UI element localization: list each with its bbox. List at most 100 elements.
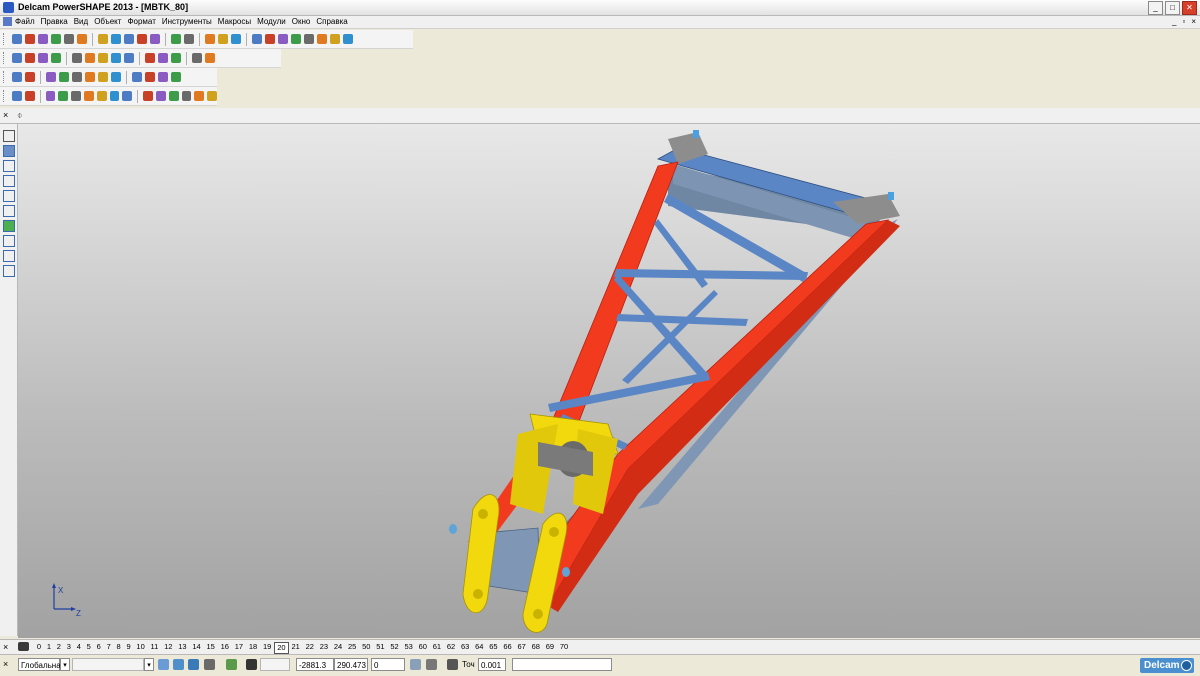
level-25[interactable]: 25 (345, 642, 359, 654)
block-icon[interactable] (71, 91, 81, 101)
undo-icon[interactable] (171, 34, 181, 44)
toolbar-grip[interactable] (3, 90, 7, 102)
level-19[interactable]: 19 (260, 642, 274, 654)
line-icon[interactable] (3, 160, 15, 172)
shaded-wire-icon[interactable] (171, 53, 181, 63)
level-23[interactable]: 23 (317, 642, 331, 654)
level-61[interactable]: 61 (430, 642, 444, 654)
minimize-button[interactable]: _ (1148, 1, 1163, 15)
level-22[interactable]: 22 (303, 642, 317, 654)
level-13[interactable]: 13 (175, 642, 189, 654)
solid-icon[interactable] (304, 34, 314, 44)
layer-icon[interactable] (3, 145, 15, 157)
close-icon[interactable]: × (3, 110, 8, 120)
maximize-button[interactable]: □ (1165, 1, 1180, 15)
redo-icon[interactable] (184, 34, 194, 44)
check-icon[interactable] (158, 72, 168, 82)
print-icon[interactable] (77, 34, 87, 44)
save-as-icon[interactable] (64, 34, 74, 44)
extrude-icon[interactable] (109, 91, 120, 101)
tolerance-icon[interactable] (447, 659, 458, 670)
help-icon[interactable] (1181, 660, 1192, 671)
paste-icon[interactable] (124, 34, 134, 44)
box-icon[interactable] (45, 91, 56, 101)
units-field[interactable] (72, 658, 144, 671)
level-63[interactable]: 63 (458, 642, 472, 654)
select-arrow-icon[interactable] (3, 130, 15, 142)
curve-icon[interactable] (278, 34, 288, 44)
level-24[interactable]: 24 (331, 642, 345, 654)
mdi-restore-button[interactable]: ▫ (1182, 17, 1185, 26)
menu-item[interactable]: Модули (257, 17, 286, 27)
cone-icon[interactable] (83, 91, 94, 101)
edit-solid-icon[interactable] (330, 34, 340, 44)
view-iso-icon[interactable] (38, 53, 48, 63)
examine-icon[interactable] (218, 34, 228, 44)
view-front-icon[interactable] (25, 53, 35, 63)
solid-box-icon[interactable] (3, 220, 15, 232)
level-2[interactable]: 2 (54, 642, 64, 654)
level-18[interactable]: 18 (246, 642, 260, 654)
z-coordinate[interactable]: 0 (371, 658, 405, 671)
level-51[interactable]: 51 (373, 642, 387, 654)
level-64[interactable]: 64 (472, 642, 486, 654)
draft-icon[interactable] (85, 72, 95, 82)
save-icon[interactable] (51, 34, 61, 44)
close-icon[interactable]: × (3, 658, 8, 671)
level-6[interactable]: 6 (94, 642, 104, 654)
feature-icon[interactable] (143, 91, 154, 101)
dimension-icon[interactable] (3, 235, 15, 247)
open-icon[interactable] (25, 34, 35, 44)
delete-icon[interactable] (150, 34, 160, 44)
level-70[interactable]: 70 (557, 642, 571, 654)
section-icon[interactable] (98, 72, 108, 82)
level-67[interactable]: 67 (515, 642, 529, 654)
level-9[interactable]: 9 (124, 642, 134, 654)
graphics-viewport[interactable]: X Z (18, 124, 1200, 638)
level-16[interactable]: 16 (218, 642, 232, 654)
spin-icon[interactable] (122, 91, 133, 101)
blend-icon[interactable] (168, 91, 179, 101)
cylinder-icon[interactable] (58, 91, 69, 101)
measure-icon[interactable] (111, 72, 121, 82)
workplane-icon[interactable] (158, 659, 169, 670)
view-top-icon[interactable] (12, 53, 22, 63)
shell-icon[interactable] (207, 91, 218, 101)
toolbar-grip[interactable] (3, 71, 7, 83)
open-model-icon[interactable] (38, 34, 48, 44)
cut-icon[interactable] (98, 34, 108, 44)
analysis-icon[interactable] (72, 72, 82, 82)
level-icon[interactable] (18, 642, 29, 651)
level-0[interactable]: 0 (34, 642, 44, 654)
level-4[interactable]: 4 (74, 642, 84, 654)
level-12[interactable]: 12 (161, 642, 175, 654)
polygon-icon[interactable] (3, 205, 15, 217)
level-52[interactable]: 52 (387, 642, 401, 654)
document-icon[interactable] (25, 72, 35, 82)
zoom-all-icon[interactable] (98, 53, 108, 63)
level-53[interactable]: 53 (402, 642, 416, 654)
x-coordinate[interactable]: -2881.3 (296, 658, 334, 671)
workplane-dropdown[interactable]: ▾ (60, 658, 70, 671)
app-icon[interactable] (3, 2, 14, 13)
menu-item[interactable]: Файл (15, 17, 35, 27)
close-button[interactable]: ✕ (1182, 1, 1197, 15)
calculator-icon[interactable] (410, 659, 421, 670)
mdi-minimize-button[interactable]: _ (1172, 17, 1176, 26)
level-60[interactable]: 60 (416, 642, 430, 654)
absolute-icon[interactable] (426, 659, 437, 670)
grid-field[interactable] (260, 658, 290, 671)
menu-item[interactable]: Макросы (218, 17, 251, 27)
level-8[interactable]: 8 (114, 642, 124, 654)
level-21[interactable]: 21 (289, 642, 303, 654)
zoom-window-icon[interactable] (85, 53, 95, 63)
level-10[interactable]: 10 (134, 642, 148, 654)
transform-icon[interactable] (24, 91, 35, 101)
menu-item[interactable]: Окно (292, 17, 311, 27)
level-62[interactable]: 62 (444, 642, 458, 654)
toolbar-grip[interactable] (3, 33, 7, 45)
level-20[interactable]: 20 (274, 642, 289, 654)
tools-icon[interactable] (343, 34, 353, 44)
level-11[interactable]: 11 (148, 642, 162, 654)
menu-item[interactable]: Вид (74, 17, 88, 27)
